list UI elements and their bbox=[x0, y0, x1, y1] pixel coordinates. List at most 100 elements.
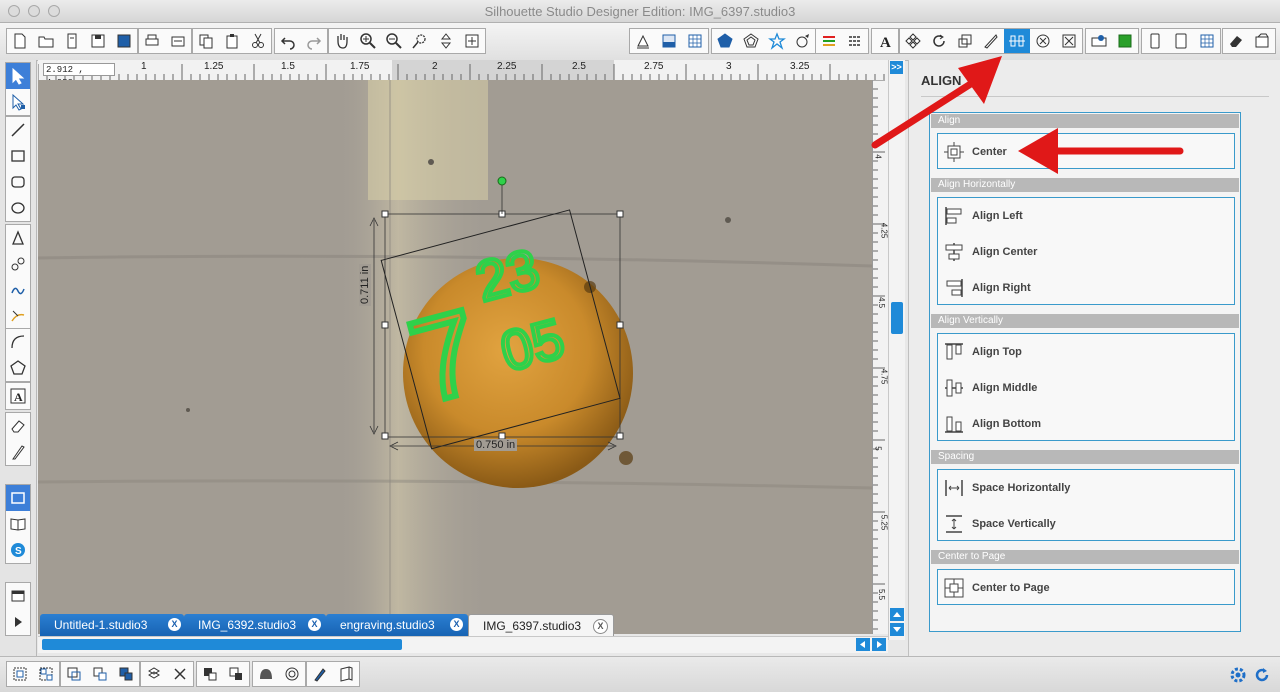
align-icon[interactable] bbox=[1004, 29, 1030, 53]
select-arrow-icon[interactable] bbox=[6, 63, 30, 89]
center-to-page-button[interactable]: Center to Page bbox=[938, 570, 1234, 606]
delete-icon[interactable] bbox=[167, 662, 193, 686]
scroll-down-arrow-icon[interactable] bbox=[890, 623, 904, 636]
align-center-button[interactable]: Align Center bbox=[938, 234, 1234, 270]
knife-tool-icon[interactable] bbox=[6, 439, 30, 465]
edit-points-icon[interactable] bbox=[6, 89, 30, 115]
design-canvas[interactable]: 7 23 05 0.711 in 0.750 in bbox=[38, 80, 872, 634]
scroll-right-arrow-icon[interactable] bbox=[872, 638, 886, 651]
print-cut-icon[interactable] bbox=[165, 29, 191, 53]
rounded-rectangle-tool-icon[interactable] bbox=[6, 169, 30, 195]
group-icon[interactable] bbox=[7, 662, 33, 686]
duplicate-icon[interactable] bbox=[141, 662, 167, 686]
zoom-drag-icon[interactable] bbox=[433, 29, 459, 53]
send-to-silhouette-icon[interactable] bbox=[1086, 29, 1112, 53]
line-style-icon[interactable] bbox=[842, 29, 868, 53]
horizontal-scroll-thumb[interactable] bbox=[42, 639, 402, 650]
space-vertically-button[interactable]: Space Vertically bbox=[938, 506, 1234, 542]
knife-icon[interactable] bbox=[978, 29, 1004, 53]
eraser-tool-icon[interactable] bbox=[6, 413, 30, 439]
align-middle-button[interactable]: Align Middle bbox=[938, 370, 1234, 406]
zoom-select-icon[interactable] bbox=[407, 29, 433, 53]
release-compound-path-icon[interactable] bbox=[87, 662, 113, 686]
design-view-icon[interactable] bbox=[6, 485, 30, 511]
new-document-icon[interactable] bbox=[7, 29, 33, 53]
save-to-library-icon[interactable] bbox=[111, 29, 137, 53]
tab-close-icon[interactable]: X bbox=[450, 618, 463, 631]
fill-pentagon-icon[interactable] bbox=[712, 29, 738, 53]
settings-gear-icon[interactable] bbox=[1228, 665, 1248, 688]
tab-img-6392[interactable]: IMG_6392.studio3 X bbox=[184, 614, 326, 636]
shape-blob-icon[interactable] bbox=[253, 662, 279, 686]
weld-icon[interactable] bbox=[113, 662, 139, 686]
zoom-in-icon[interactable] bbox=[355, 29, 381, 53]
grid-icon[interactable] bbox=[682, 29, 708, 53]
center-button[interactable]: Center bbox=[938, 134, 1234, 170]
gradient-pentagon-icon[interactable] bbox=[738, 29, 764, 53]
rotation-handle[interactable] bbox=[497, 176, 507, 186]
cut-settings-icon[interactable] bbox=[656, 29, 682, 53]
book-icon[interactable] bbox=[333, 662, 359, 686]
rotate-icon[interactable] bbox=[926, 29, 952, 53]
phone-library-icon[interactable] bbox=[1142, 29, 1168, 53]
offset-icon[interactable] bbox=[1056, 29, 1082, 53]
align-right-button[interactable]: Align Right bbox=[938, 270, 1234, 306]
silhouette-store-icon[interactable]: S bbox=[6, 537, 30, 563]
line-tool-icon[interactable] bbox=[6, 117, 30, 143]
vertical-scrollbar[interactable]: >> bbox=[888, 60, 905, 640]
ungroup-icon[interactable] bbox=[33, 662, 59, 686]
modify-icon[interactable] bbox=[1030, 29, 1056, 53]
tab-engraving[interactable]: engraving.studio3 X bbox=[326, 614, 468, 636]
pan-hand-icon[interactable] bbox=[329, 29, 355, 53]
send-to-back-icon[interactable] bbox=[223, 662, 249, 686]
tab-close-icon[interactable]: X bbox=[593, 619, 608, 634]
library-icon[interactable] bbox=[59, 29, 85, 53]
regular-polygon-tool-icon[interactable] bbox=[6, 355, 30, 381]
polygon-tool-icon[interactable] bbox=[6, 225, 30, 251]
pattern-star-icon[interactable] bbox=[764, 29, 790, 53]
zoom-out-icon[interactable] bbox=[381, 29, 407, 53]
line-color-stripes-icon[interactable] bbox=[816, 29, 842, 53]
copy-icon[interactable] bbox=[193, 29, 219, 53]
save-icon[interactable] bbox=[85, 29, 111, 53]
cut-scissors-icon[interactable] bbox=[245, 29, 271, 53]
window-icon[interactable] bbox=[6, 583, 30, 609]
space-horizontally-button[interactable]: Space Horizontally bbox=[938, 470, 1234, 506]
freehand-tool-icon[interactable] bbox=[6, 277, 30, 303]
canvas-image[interactable]: 7 23 05 bbox=[38, 80, 872, 634]
curve-tool-icon[interactable] bbox=[6, 251, 30, 277]
scale-icon[interactable] bbox=[952, 29, 978, 53]
replicate-icon[interactable] bbox=[900, 29, 926, 53]
refresh-icon[interactable] bbox=[1252, 665, 1272, 688]
open-folder-icon[interactable] bbox=[33, 29, 59, 53]
tab-img-6397[interactable]: IMG_6397.studio3 X bbox=[468, 614, 614, 636]
sketch-pen-icon[interactable] bbox=[307, 662, 333, 686]
rectangle-tool-icon[interactable] bbox=[6, 143, 30, 169]
align-left-button[interactable]: Align Left bbox=[938, 198, 1234, 234]
tablet-library-icon[interactable] bbox=[1168, 29, 1194, 53]
redo-icon[interactable] bbox=[301, 29, 327, 53]
bring-to-front-icon[interactable] bbox=[197, 662, 223, 686]
scroll-left-arrow-icon[interactable] bbox=[856, 638, 870, 651]
library-view-icon[interactable] bbox=[6, 511, 30, 537]
page-settings-icon[interactable] bbox=[630, 29, 656, 53]
scroll-up-arrow-icon[interactable] bbox=[890, 608, 904, 621]
trace-icon[interactable] bbox=[1112, 29, 1138, 53]
store-icon[interactable] bbox=[1249, 29, 1275, 53]
paste-icon[interactable] bbox=[219, 29, 245, 53]
undo-icon[interactable] bbox=[275, 29, 301, 53]
vertical-scroll-thumb[interactable] bbox=[891, 302, 903, 334]
panel-collapse-button[interactable]: >> bbox=[890, 61, 903, 74]
grid-library-icon[interactable] bbox=[1194, 29, 1220, 53]
tab-close-icon[interactable]: X bbox=[308, 618, 321, 631]
horizontal-scrollbar[interactable] bbox=[38, 636, 888, 653]
print-icon[interactable] bbox=[139, 29, 165, 53]
smooth-freehand-tool-icon[interactable] bbox=[6, 303, 30, 329]
zoom-fit-icon[interactable] bbox=[459, 29, 485, 53]
text-tool-icon[interactable]: A bbox=[6, 383, 30, 409]
arc-tool-icon[interactable] bbox=[6, 329, 30, 355]
ellipse-tool-icon[interactable] bbox=[6, 195, 30, 221]
offset-rings-icon[interactable] bbox=[279, 662, 305, 686]
tab-close-icon[interactable]: X bbox=[168, 618, 181, 631]
line-color-icon[interactable] bbox=[790, 29, 816, 53]
